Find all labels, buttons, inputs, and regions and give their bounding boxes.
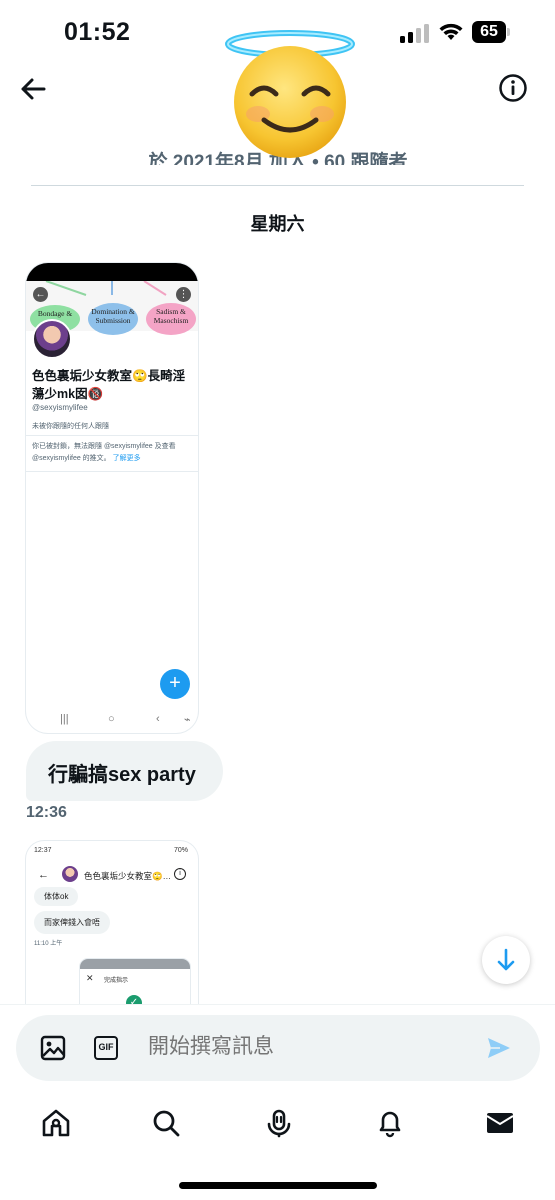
chat-bubble: 而家俾錢入會唔 [34,911,110,934]
back-arrow-icon[interactable] [16,72,50,106]
nested-label: 完成指示 [104,978,129,984]
message-timestamp: 12:36 [26,804,67,821]
divider [31,185,524,186]
dm-conversation-screen: 01:52 65 於 2021年8月 加入 • 60 跟隨者 星期六 Bonda… [0,0,555,1200]
status-time: 01:52 [64,18,131,46]
message-bubble[interactable]: 行騙搞sex party [26,741,223,801]
home-indicator[interactable] [179,1182,377,1189]
arrow-down-icon [497,948,515,971]
shared-screenshot-chat[interactable]: 12:37 70% ← 色色裏垢少女教室🙄… i 体体ok 而家俾錢入會唔 11… [26,841,198,1011]
profile-handle: @sexyismylifee [32,403,88,412]
profile-name: 色色裏垢少女教室🙄長畸淫蕩少mk囡🔞 [32,369,186,401]
send-icon[interactable] [486,1036,512,1060]
back-icon: ← [38,869,49,881]
signal-icon [400,23,430,43]
day-separator: 星期六 [250,214,305,234]
learn-more-link: 了解更多 [112,455,141,462]
avatar [62,866,78,882]
profile-avatar [32,319,72,359]
chat-bubble: 体体ok [34,887,79,906]
bell-icon[interactable] [375,1108,405,1138]
inner-status-time: 12:37 [34,847,52,854]
image-icon[interactable] [40,1035,66,1061]
spaces-icon[interactable] [264,1108,294,1138]
chat-title: 色色裏垢少女教室🙄… [84,871,172,881]
compose-fab-icon: + [160,669,190,699]
banner-bubble: Domination & Submission [88,303,138,335]
wifi-icon [439,23,463,40]
home-icon[interactable] [41,1108,71,1138]
more-icon: ⋮ [176,287,191,302]
battery-level: 65 [472,21,506,43]
conversation-avatar-emoji[interactable] [222,28,358,160]
gif-icon[interactable]: GIF [94,1036,118,1060]
close-icon: ✕ [86,973,94,983]
info-icon: i [174,868,186,880]
chat-time: 11:10 上午 [34,941,63,947]
message-text: 行騙搞sex party [48,764,196,786]
battery-icon: 65 [472,21,510,43]
banner-bubble: Sadism & Masochism [146,303,196,335]
follow-note: 未被你跟隨的任何人跟隨 [32,423,109,430]
android-navbar: ||| ○ ‹ ⌁ [60,713,191,726]
search-icon[interactable] [151,1108,181,1138]
blocked-notice: 你已被封鎖，無法跟隨 @sexyismylifee 及查看 @sexyismyl… [32,443,176,462]
scroll-to-bottom-button[interactable] [482,936,530,984]
message-input[interactable] [148,1035,448,1059]
inner-status-battery: 70% [173,847,188,854]
shared-screenshot-profile[interactable]: Bondage & Domination & Submission Sadism… [26,263,198,733]
mail-icon[interactable] [485,1108,515,1138]
info-icon[interactable] [497,72,529,104]
back-icon: ← [33,287,48,302]
